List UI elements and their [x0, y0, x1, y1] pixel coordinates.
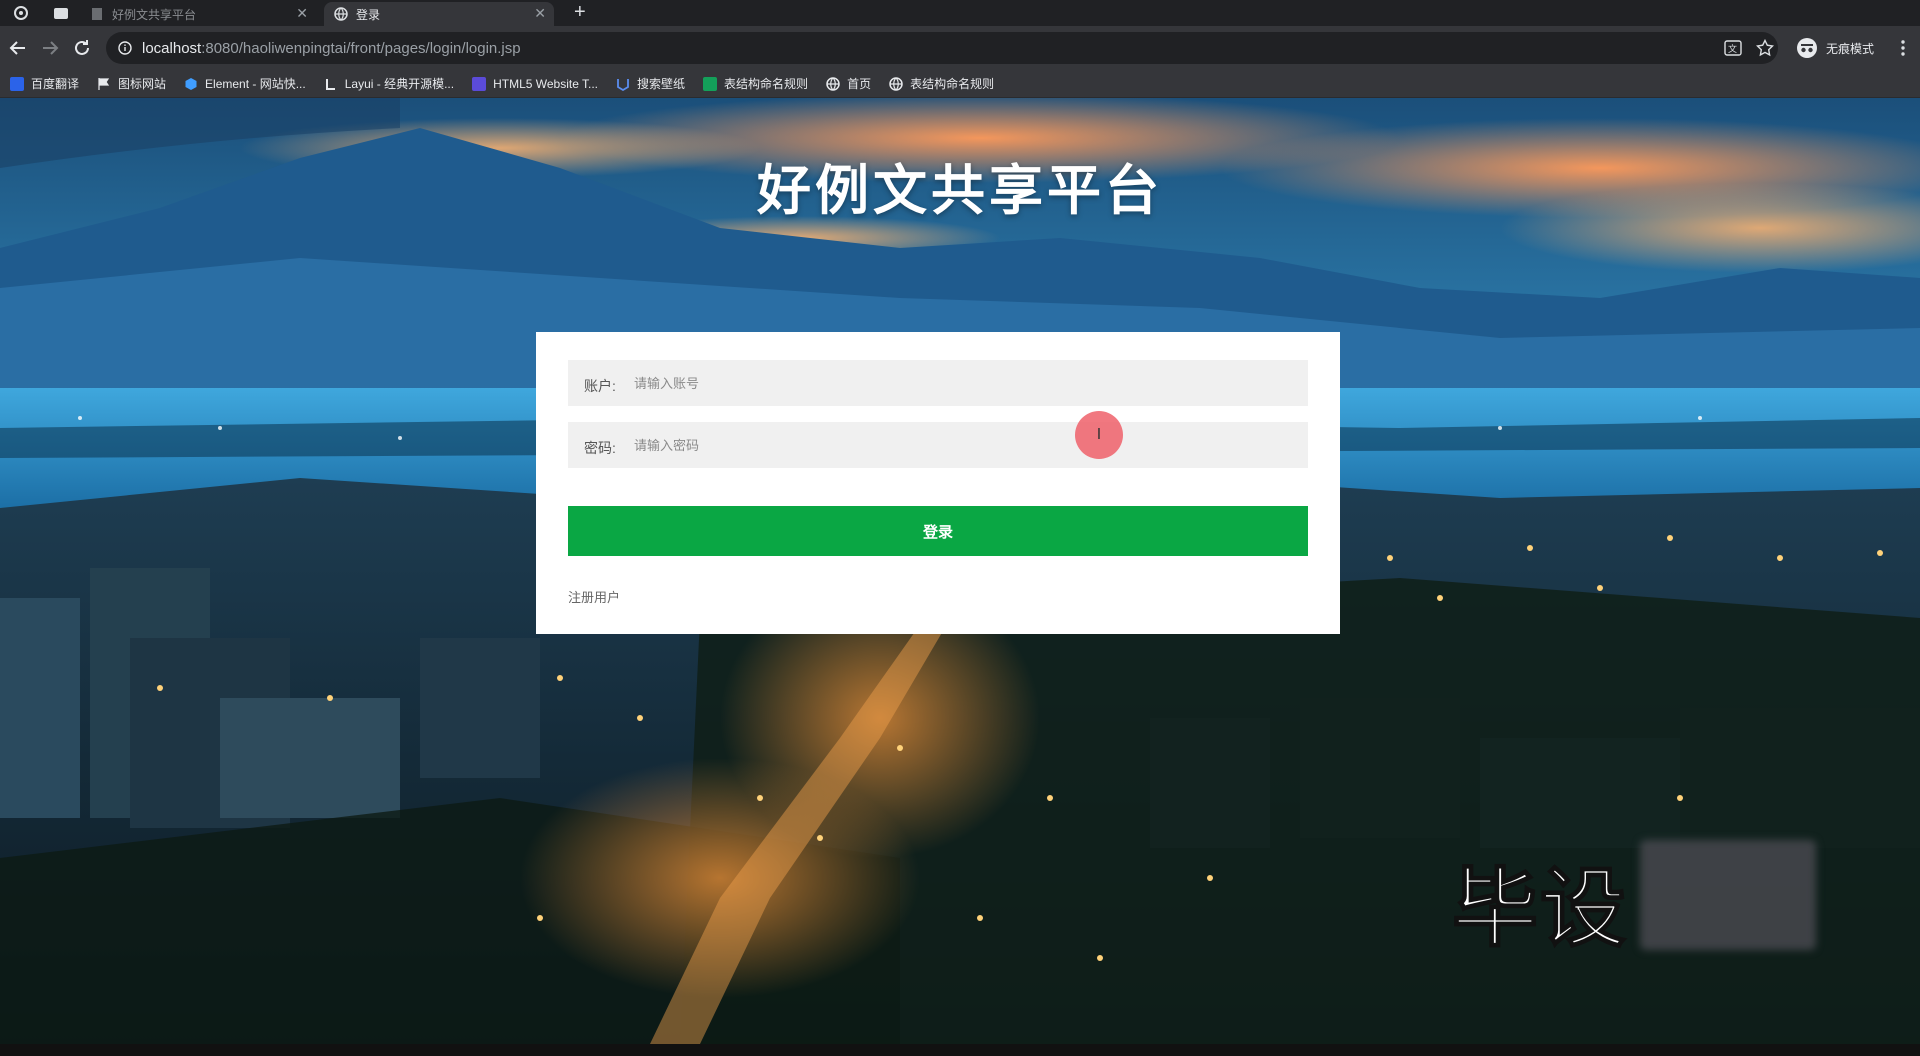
password-label: 密码: [584, 440, 616, 456]
bookmark-baidu-translate[interactable]: 百度翻译 [10, 75, 79, 92]
bookmark-label: 表结构命名规则 [724, 77, 809, 91]
bookmark-label: 表结构命名规则 [910, 77, 995, 91]
more-menu-icon[interactable] [1900, 39, 1906, 57]
site-title: 好例文共享平台 [757, 161, 1163, 221]
page-icon [92, 8, 102, 20]
page-viewport: 好例文共享平台 账户: 密码: 登录 注册用户 I 毕设 [0, 98, 1920, 1044]
bookmark-html5[interactable]: HTML5 Website T... [472, 76, 599, 91]
browser-toolbar: localhost :8080/haoliwenpingtai/front/pa… [0, 26, 1920, 70]
info-icon[interactable] [118, 41, 132, 55]
baidu-translate-icon [10, 76, 24, 91]
account-label: 账户: [584, 378, 616, 394]
bookmark-icon-site[interactable]: 图标网站 [97, 75, 166, 92]
mouse-cursor-highlight: I [1075, 411, 1123, 459]
bookmark-table-naming[interactable]: 表结构命名规则 [703, 75, 808, 92]
globe-icon [334, 7, 348, 21]
close-tab-icon[interactable]: ✕ [534, 5, 546, 22]
bookmarks-bar: 百度翻译 图标网站 Element - 网站快... Layui - 经典开源模… [0, 70, 1920, 98]
bookmark-label: 图标网站 [118, 77, 167, 91]
star-icon[interactable] [1755, 39, 1774, 57]
bookmark-label: 搜索壁纸 [637, 77, 686, 91]
address-bar[interactable]: localhost :8080/haoliwenpingtai/front/pa… [106, 32, 1778, 64]
translate-icon[interactable]: 文 [1724, 39, 1742, 57]
wallpaper-icon [617, 78, 629, 91]
watermark-text: 毕设 [1451, 860, 1628, 958]
html5-icon [472, 76, 487, 91]
bookmark-table-naming-2[interactable]: 表结构命名规则 [889, 75, 994, 92]
globe-icon [826, 76, 840, 91]
bookmark-label: 首页 [847, 77, 872, 91]
close-tab-icon[interactable]: ✕ [296, 5, 308, 22]
tab-strip: 好例文共享平台 ✕ 登录 ✕ + [0, 0, 1920, 26]
incognito-icon[interactable] [1796, 37, 1818, 59]
bookmark-wallpaper[interactable]: 搜索壁纸 [616, 75, 685, 92]
browser-menu-icon[interactable] [14, 6, 28, 20]
svg-text:文: 文 [1728, 43, 1737, 54]
incognito-label[interactable]: 无痕模式 [1826, 40, 1874, 57]
tab-title: 登录 [356, 7, 381, 22]
bookmark-label: Element - 网站快... [205, 77, 306, 91]
tab-login[interactable]: 登录 ✕ [324, 2, 554, 26]
tab-homepage[interactable]: 好例文共享平台 ✕ [90, 2, 316, 26]
blurred-watermark [1640, 840, 1816, 950]
bookmark-home[interactable]: 首页 [826, 75, 871, 92]
tab-title: 好例文共享平台 [112, 7, 197, 22]
bookmark-label: Layui - 经典开源模... [344, 77, 455, 91]
back-icon[interactable] [6, 36, 30, 60]
url-host: localhost [142, 39, 202, 57]
url-path: :8080/haoliwenpingtai/front/pages/login/… [201, 39, 521, 57]
sheet-icon [703, 76, 718, 91]
bookmark-element[interactable]: Element - 网站快... [184, 75, 306, 92]
window-icon[interactable] [54, 8, 68, 19]
reload-icon[interactable] [70, 36, 94, 60]
layui-icon [325, 78, 335, 90]
password-field-row: 密码: [568, 422, 1308, 468]
account-field-row: 账户: [568, 360, 1308, 406]
flag-icon [98, 77, 110, 90]
forward-icon[interactable] [38, 36, 62, 60]
screen-bottom-edge [0, 1044, 1920, 1056]
bookmark-layui[interactable]: Layui - 经典开源模... [324, 75, 454, 92]
bookmark-label: 百度翻译 [31, 77, 80, 91]
new-tab-icon[interactable]: + [574, 1, 586, 24]
globe-icon [889, 76, 903, 91]
text-cursor-icon: I [1096, 426, 1102, 443]
password-input[interactable] [630, 422, 1308, 468]
login-button[interactable]: 登录 [568, 506, 1308, 556]
bookmark-label: HTML5 Website T... [493, 76, 599, 91]
login-card: 账户: 密码: 登录 注册用户 [536, 332, 1340, 634]
account-input[interactable] [630, 360, 1308, 406]
toolbar-right: 文 无痕模式 [1724, 32, 1920, 64]
register-link[interactable]: 注册用户 [568, 587, 620, 606]
element-icon [185, 77, 197, 90]
